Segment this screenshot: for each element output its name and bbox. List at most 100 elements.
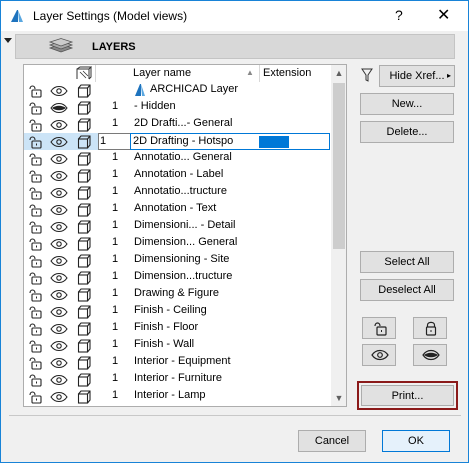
wireframe-icon[interactable] <box>77 151 91 166</box>
vertical-scrollbar[interactable]: ▲ ▼ <box>331 65 346 406</box>
layer-row[interactable]: 1 Annotatio...tructure <box>24 184 330 201</box>
wireframe-icon[interactable] <box>77 355 91 370</box>
eye-open-icon[interactable] <box>50 170 68 182</box>
layer-row[interactable]: 1 2D Drafting - Hotspo <box>24 133 330 150</box>
new-button[interactable]: New... <box>360 93 454 115</box>
wireframe-icon[interactable] <box>77 236 91 251</box>
column-header-layer-name[interactable]: Layer name ▲ <box>130 65 260 82</box>
lock-open-icon[interactable] <box>28 118 42 132</box>
scroll-down-icon[interactable]: ▼ <box>334 393 344 403</box>
wireframe-icon[interactable] <box>77 185 91 200</box>
wireframe-icon[interactable] <box>77 134 91 149</box>
scroll-up-icon[interactable]: ▲ <box>334 68 344 78</box>
lock-open-icon[interactable] <box>28 339 42 353</box>
layer-row[interactable]: ARCHICAD Layer <box>24 82 330 99</box>
eye-open-icon[interactable] <box>50 187 68 199</box>
eye-open-icon[interactable] <box>50 153 68 165</box>
eye-open-icon[interactable] <box>50 119 68 131</box>
column-header-icons[interactable] <box>24 65 96 82</box>
lock-open-icon[interactable] <box>28 169 42 183</box>
layer-row[interactable]: 1 Drawing & Figure <box>24 286 330 303</box>
eye-open-icon[interactable] <box>50 221 68 233</box>
ok-button[interactable]: OK <box>382 430 450 452</box>
wireframe-icon[interactable] <box>77 83 91 98</box>
eye-open-icon[interactable] <box>50 204 68 216</box>
lock-open-icon[interactable] <box>28 254 42 268</box>
lock-open-icon[interactable] <box>28 356 42 370</box>
delete-button[interactable]: Delete... <box>360 121 454 143</box>
eye-open-icon[interactable] <box>50 340 68 352</box>
layer-row[interactable]: 1 Finish - Wall <box>24 337 330 354</box>
wireframe-icon[interactable] <box>77 117 91 132</box>
hide-all-button[interactable] <box>413 344 447 366</box>
hide-xref-button[interactable]: Hide Xref... ▸ <box>379 65 455 87</box>
filter-icon[interactable] <box>361 68 373 82</box>
layer-row[interactable]: 1 Finish - Floor <box>24 320 330 337</box>
wireframe-icon[interactable] <box>77 253 91 268</box>
wireframe-icon[interactable] <box>77 219 91 234</box>
layer-row[interactable]: 1 Dimensioning - Site <box>24 252 330 269</box>
show-all-button[interactable] <box>362 344 396 366</box>
wireframe-icon[interactable] <box>77 304 91 319</box>
eye-open-icon[interactable] <box>50 357 68 369</box>
layer-row[interactable]: 1 Finish - Ceiling <box>24 303 330 320</box>
cancel-button[interactable]: Cancel <box>298 430 366 452</box>
lock-open-icon[interactable] <box>28 305 42 319</box>
lock-open-icon[interactable] <box>28 237 42 251</box>
wireframe-icon[interactable] <box>77 389 91 404</box>
wireframe-icon[interactable] <box>77 321 91 336</box>
eye-open-icon[interactable] <box>50 306 68 318</box>
eye-open-icon[interactable] <box>50 391 68 403</box>
wireframe-icon[interactable] <box>77 287 91 302</box>
unlock-all-button[interactable] <box>362 317 396 339</box>
layer-row[interactable]: 1 Dimension... General <box>24 235 330 252</box>
help-button[interactable]: ? <box>395 7 403 23</box>
lock-open-icon[interactable] <box>28 84 42 98</box>
lock-open-icon[interactable] <box>28 152 42 166</box>
wireframe-icon[interactable] <box>77 338 91 353</box>
layer-row[interactable]: 1 Interior - Lamp <box>24 388 330 405</box>
layer-row[interactable]: 1 Interior - Furniture <box>24 371 330 388</box>
eye-open-icon[interactable] <box>50 289 68 301</box>
wireframe-icon[interactable] <box>77 168 91 183</box>
wireframe-icon[interactable] <box>77 372 91 387</box>
lock-open-icon[interactable] <box>28 373 42 387</box>
lock-open-icon[interactable] <box>28 135 42 149</box>
lock-open-icon[interactable] <box>28 322 42 336</box>
lock-open-icon[interactable] <box>28 288 42 302</box>
layer-name-edit-field[interactable]: 2D Drafting - Hotspo <box>130 133 330 150</box>
eye-open-icon[interactable] <box>50 323 68 335</box>
layer-row[interactable]: 1 - Hidden <box>24 99 330 116</box>
lock-open-icon[interactable] <box>28 271 42 285</box>
lock-open-icon[interactable] <box>28 101 42 115</box>
collapse-arrow-icon[interactable] <box>4 38 12 43</box>
column-header-extension[interactable]: Extension <box>260 65 330 82</box>
lock-open-icon[interactable] <box>28 186 42 200</box>
wireframe-icon[interactable] <box>77 100 91 115</box>
print-button[interactable]: Print... <box>361 385 454 406</box>
eye-closed-icon[interactable] <box>50 102 68 114</box>
select-all-button[interactable]: Select All <box>360 251 454 273</box>
lock-open-icon[interactable] <box>28 203 42 217</box>
close-button[interactable]: ✕ <box>437 5 450 25</box>
scroll-thumb[interactable] <box>333 83 345 249</box>
eye-open-icon[interactable] <box>50 255 68 267</box>
lock-open-icon[interactable] <box>28 220 42 234</box>
layer-row[interactable]: 1 Annotation - Label <box>24 167 330 184</box>
layer-row[interactable]: 1 Annotatio... General <box>24 150 330 167</box>
eye-open-icon[interactable] <box>50 272 68 284</box>
eye-open-icon[interactable] <box>50 136 68 148</box>
lock-open-icon[interactable] <box>28 390 42 404</box>
layer-row[interactable]: 1 Dimension...tructure <box>24 269 330 286</box>
lock-all-button[interactable] <box>413 317 447 339</box>
layer-number-field[interactable]: 1 <box>98 133 130 150</box>
wireframe-icon[interactable] <box>77 270 91 285</box>
layer-row[interactable]: 1 Interior - Equipment <box>24 354 330 371</box>
wireframe-icon[interactable] <box>77 202 91 217</box>
layer-row[interactable]: 1 Annotation - Text <box>24 201 330 218</box>
deselect-all-button[interactable]: Deselect All <box>360 279 454 301</box>
eye-open-icon[interactable] <box>50 374 68 386</box>
eye-open-icon[interactable] <box>50 85 68 97</box>
layer-row[interactable]: 1 Dimensioni... - Detail <box>24 218 330 235</box>
layer-row[interactable]: 1 2D Drafti...- General <box>24 116 330 133</box>
